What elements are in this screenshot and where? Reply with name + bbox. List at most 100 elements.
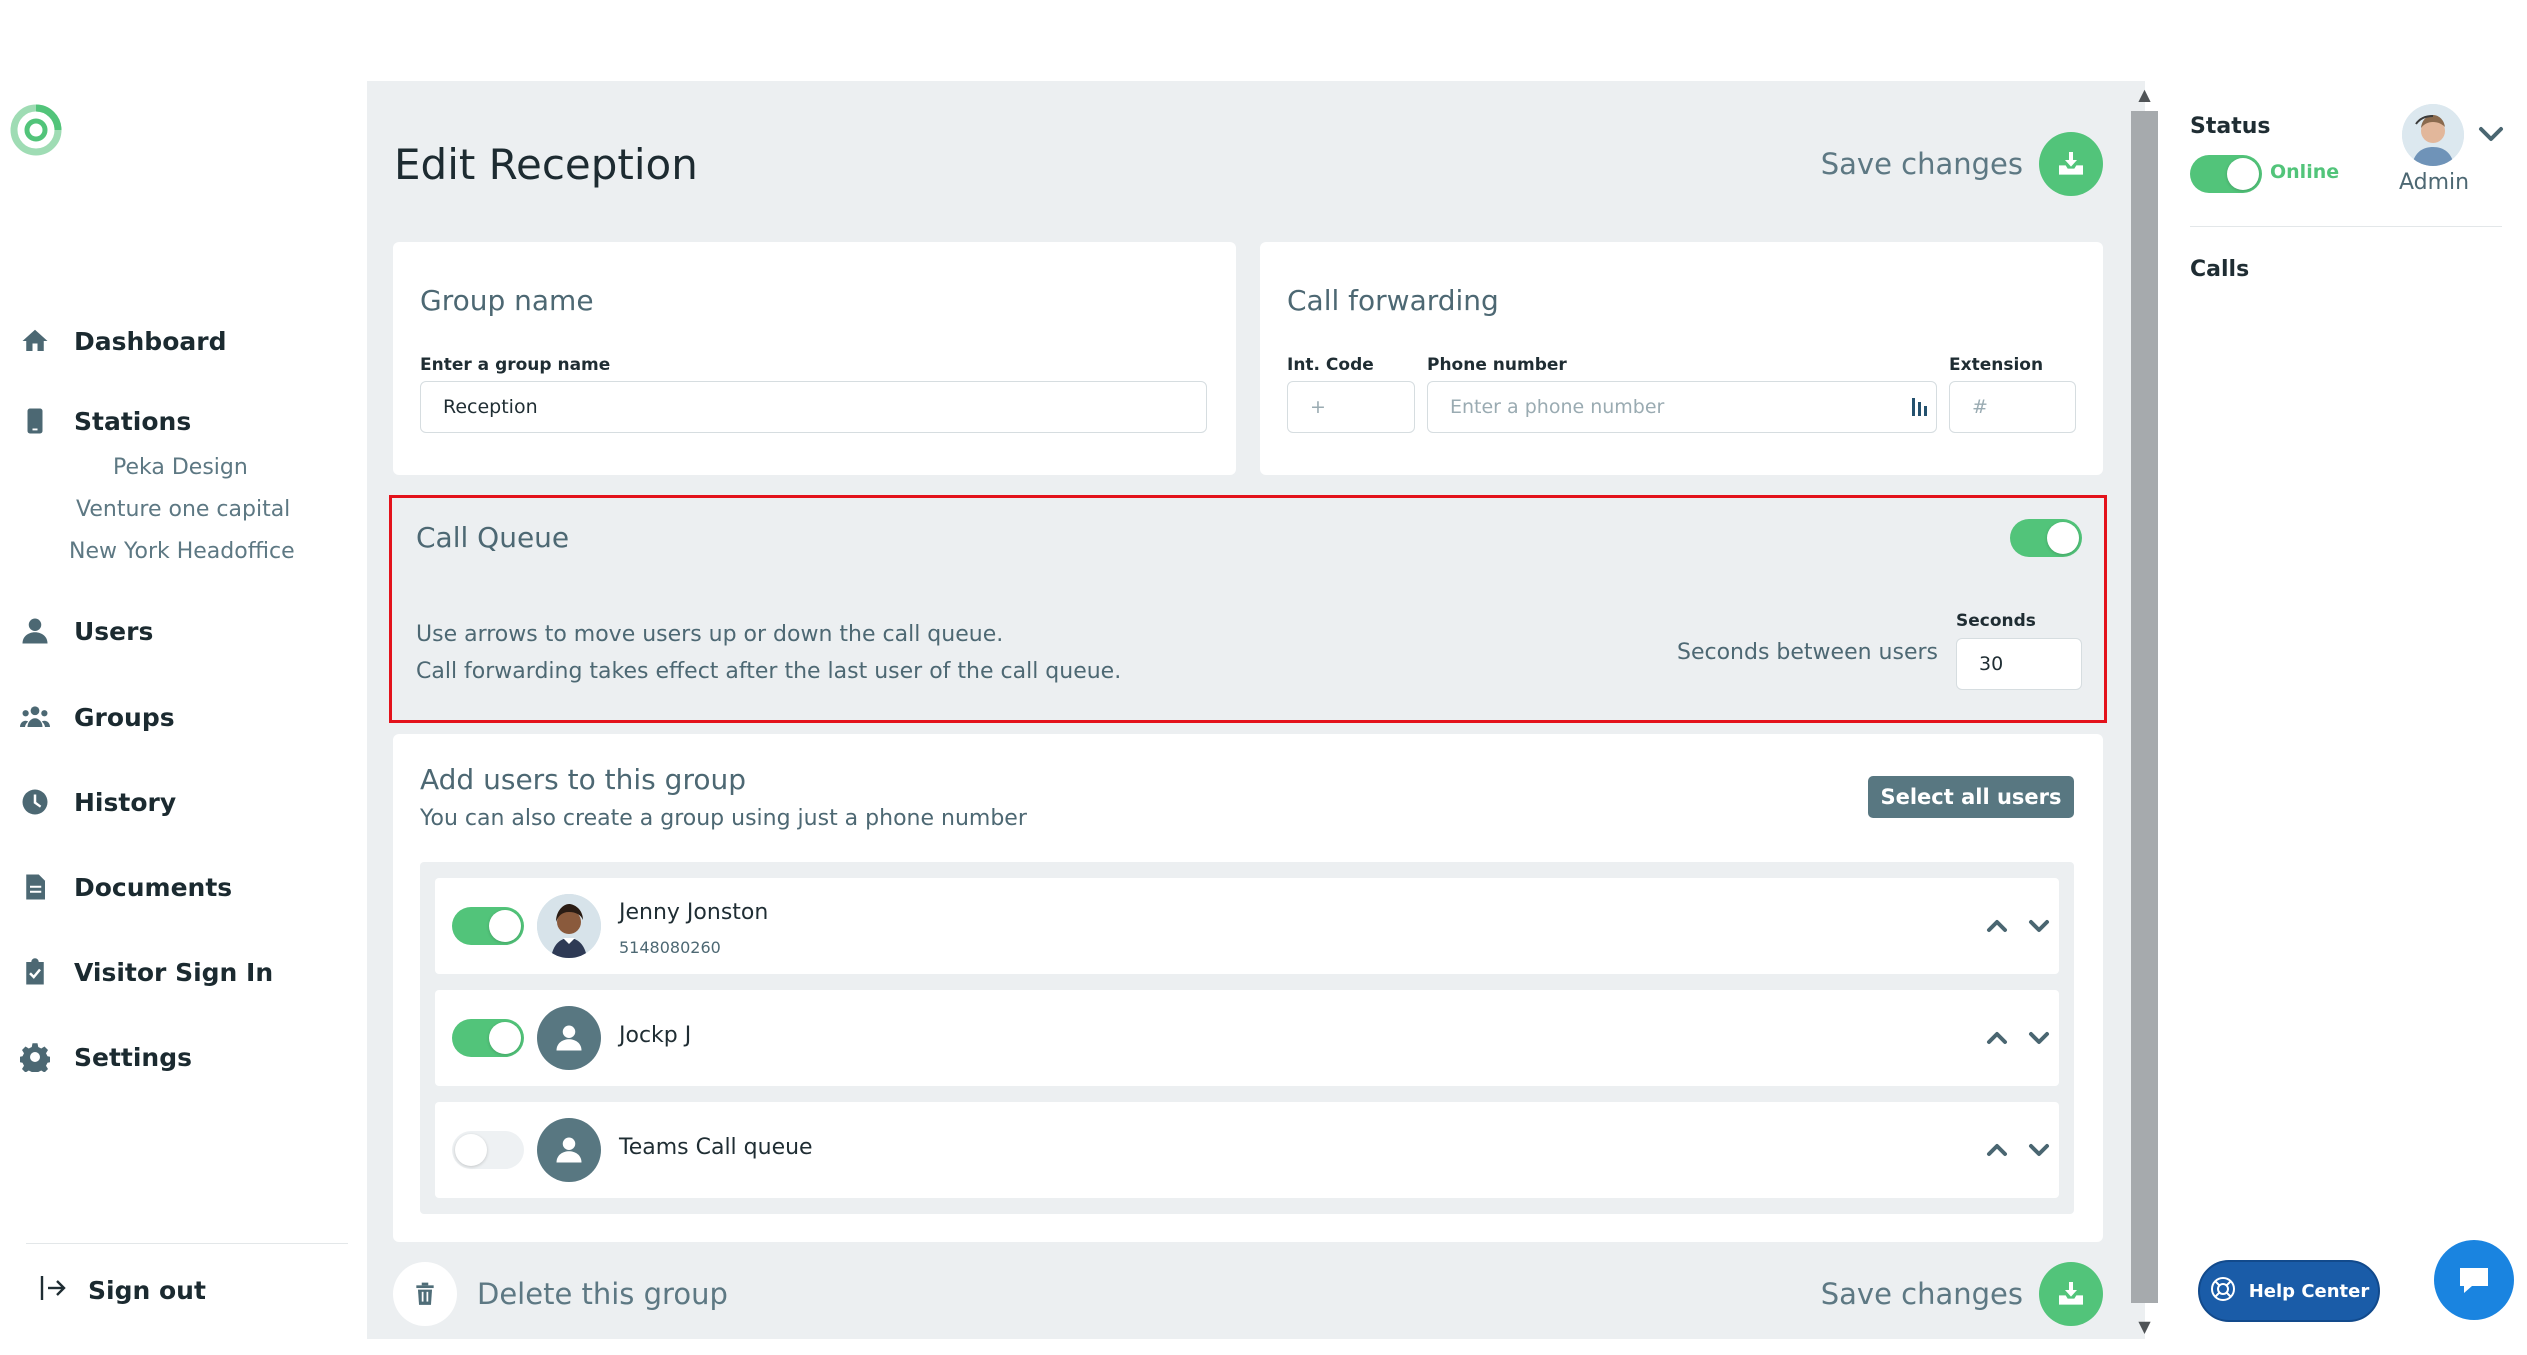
toggle-knob bbox=[2047, 522, 2079, 554]
app-logo[interactable] bbox=[10, 104, 62, 156]
user-row: Jockp J bbox=[435, 990, 2059, 1086]
user-row: Jenny Jonston 5148080260 bbox=[435, 878, 2059, 974]
gear-icon bbox=[20, 1042, 50, 1072]
groups-icon bbox=[20, 702, 50, 732]
nav-settings[interactable]: Settings bbox=[20, 1042, 192, 1072]
calls-label: Calls bbox=[2190, 257, 2250, 282]
trash-icon bbox=[393, 1262, 457, 1326]
admin-label: Admin bbox=[2399, 170, 2470, 195]
user-name: Jenny Jonston bbox=[619, 900, 769, 925]
save-changes-label: Save changes bbox=[1820, 1277, 2023, 1311]
nav-label: Visitor Sign In bbox=[74, 957, 274, 987]
chevron-down-icon bbox=[2029, 1144, 2049, 1156]
phone-number-input[interactable] bbox=[1427, 381, 1937, 433]
nav-label: Groups bbox=[74, 702, 175, 732]
password-manager-icon[interactable] bbox=[1911, 396, 1929, 418]
user-enable-toggle[interactable] bbox=[452, 1019, 524, 1057]
chevron-down-icon bbox=[2479, 127, 2503, 141]
int-code-input[interactable] bbox=[1287, 381, 1415, 433]
user-list: Jenny Jonston 5148080260 Jockp J Teams C… bbox=[420, 862, 2074, 1214]
save-icon bbox=[2039, 132, 2103, 196]
status-label: Status bbox=[2190, 114, 2271, 139]
save-changes-label: Save changes bbox=[1820, 147, 2023, 181]
help-center-button[interactable]: Help Center bbox=[2198, 1260, 2380, 1322]
sign-out-label: Sign out bbox=[88, 1275, 206, 1305]
chat-bubble-icon bbox=[2460, 1268, 2488, 1293]
nav-label: Dashboard bbox=[74, 326, 227, 356]
save-icon bbox=[2039, 1262, 2103, 1326]
nav-dashboard[interactable]: Dashboard bbox=[20, 326, 226, 356]
move-down-button[interactable] bbox=[2024, 1135, 2054, 1165]
sidebar-divider bbox=[26, 1243, 348, 1244]
user-enable-toggle[interactable] bbox=[452, 1131, 524, 1169]
page-title: Edit Reception bbox=[394, 140, 698, 189]
help-center-label: Help Center bbox=[2248, 1280, 2370, 1302]
chevron-up-icon bbox=[1987, 920, 2007, 932]
call-queue-description-line1: Use arrows to move users up or down the … bbox=[416, 622, 1004, 647]
phone-number-label: Phone number bbox=[1427, 355, 1567, 375]
group-name-label: Enter a group name bbox=[420, 355, 611, 375]
seconds-input[interactable] bbox=[1956, 638, 2082, 690]
lifebuoy-icon bbox=[2209, 1275, 2237, 1307]
user-avatar-photo bbox=[537, 894, 601, 958]
nav-history[interactable]: History bbox=[20, 787, 176, 817]
nav-visitor-sign-in[interactable]: Visitor Sign In bbox=[20, 957, 273, 987]
move-up-button[interactable] bbox=[1982, 911, 2012, 941]
user-name: Jockp J bbox=[619, 1023, 692, 1048]
scrollbar-thumb[interactable] bbox=[2131, 111, 2158, 1303]
add-users-subtitle: You can also create a group using just a… bbox=[420, 806, 1027, 831]
sign-out-button[interactable]: Sign out bbox=[38, 1272, 206, 1308]
nav-label: Documents bbox=[74, 872, 233, 902]
scroll-down-arrow[interactable]: ▼ bbox=[2131, 1316, 2158, 1338]
call-queue-description-line2: Call forwarding takes effect after the l… bbox=[416, 659, 1122, 684]
status-value: Online bbox=[2270, 161, 2340, 183]
chevron-up-icon bbox=[1987, 1144, 2007, 1156]
user-name: Teams Call queue bbox=[619, 1135, 813, 1160]
group-name-input[interactable] bbox=[420, 381, 1207, 433]
chevron-down-icon bbox=[2029, 1032, 2049, 1044]
station-venture-one-capital[interactable]: Venture one capital bbox=[76, 497, 290, 522]
chat-button[interactable] bbox=[2434, 1240, 2514, 1320]
select-all-users-button[interactable]: Select all users bbox=[1868, 776, 2074, 818]
nav-stations[interactable]: Stations bbox=[20, 406, 191, 436]
call-queue-toggle[interactable] bbox=[2010, 519, 2082, 557]
int-code-label: Int. Code bbox=[1287, 355, 1374, 375]
right-panel-divider bbox=[2190, 226, 2502, 227]
status-toggle[interactable] bbox=[2190, 155, 2262, 193]
station-peka-design[interactable]: Peka Design bbox=[113, 455, 248, 480]
document-icon bbox=[20, 872, 50, 902]
clock-icon bbox=[20, 787, 50, 817]
station-icon bbox=[20, 406, 50, 436]
move-up-button[interactable] bbox=[1982, 1023, 2012, 1053]
admin-avatar[interactable] bbox=[2402, 104, 2464, 166]
sign-out-icon bbox=[38, 1272, 70, 1308]
user-icon bbox=[20, 616, 50, 646]
station-new-york-headoffice[interactable]: New York Headoffice bbox=[69, 539, 295, 564]
nav-users[interactable]: Users bbox=[20, 616, 153, 646]
user-enable-toggle[interactable] bbox=[452, 907, 524, 945]
scroll-up-arrow[interactable]: ▲ bbox=[2131, 84, 2158, 106]
call-queue-title: Call Queue bbox=[416, 521, 570, 554]
save-changes-button-top[interactable]: Save changes bbox=[1821, 132, 2103, 196]
save-changes-button-bottom[interactable]: Save changes bbox=[1821, 1262, 2103, 1326]
nav-label: Stations bbox=[74, 406, 192, 436]
move-up-button[interactable] bbox=[1982, 1135, 2012, 1165]
move-down-button[interactable] bbox=[2024, 911, 2054, 941]
seconds-label: Seconds bbox=[1956, 611, 2036, 631]
extension-label: Extension bbox=[1949, 355, 2044, 375]
user-avatar-placeholder bbox=[537, 1006, 601, 1070]
admin-menu-chevron[interactable] bbox=[2476, 122, 2506, 146]
add-users-title: Add users to this group bbox=[420, 763, 746, 796]
toggle-knob bbox=[2227, 158, 2259, 190]
nav-label: History bbox=[74, 787, 177, 817]
delete-group-button[interactable]: Delete this group bbox=[393, 1262, 728, 1326]
toggle-knob bbox=[455, 1134, 487, 1166]
user-avatar-placeholder bbox=[537, 1118, 601, 1182]
extension-input[interactable] bbox=[1949, 381, 2076, 433]
home-icon bbox=[20, 326, 50, 356]
user-row: Teams Call queue bbox=[435, 1102, 2059, 1198]
nav-documents[interactable]: Documents bbox=[20, 872, 232, 902]
user-phone: 5148080260 bbox=[619, 938, 721, 957]
nav-groups[interactable]: Groups bbox=[20, 702, 175, 732]
move-down-button[interactable] bbox=[2024, 1023, 2054, 1053]
